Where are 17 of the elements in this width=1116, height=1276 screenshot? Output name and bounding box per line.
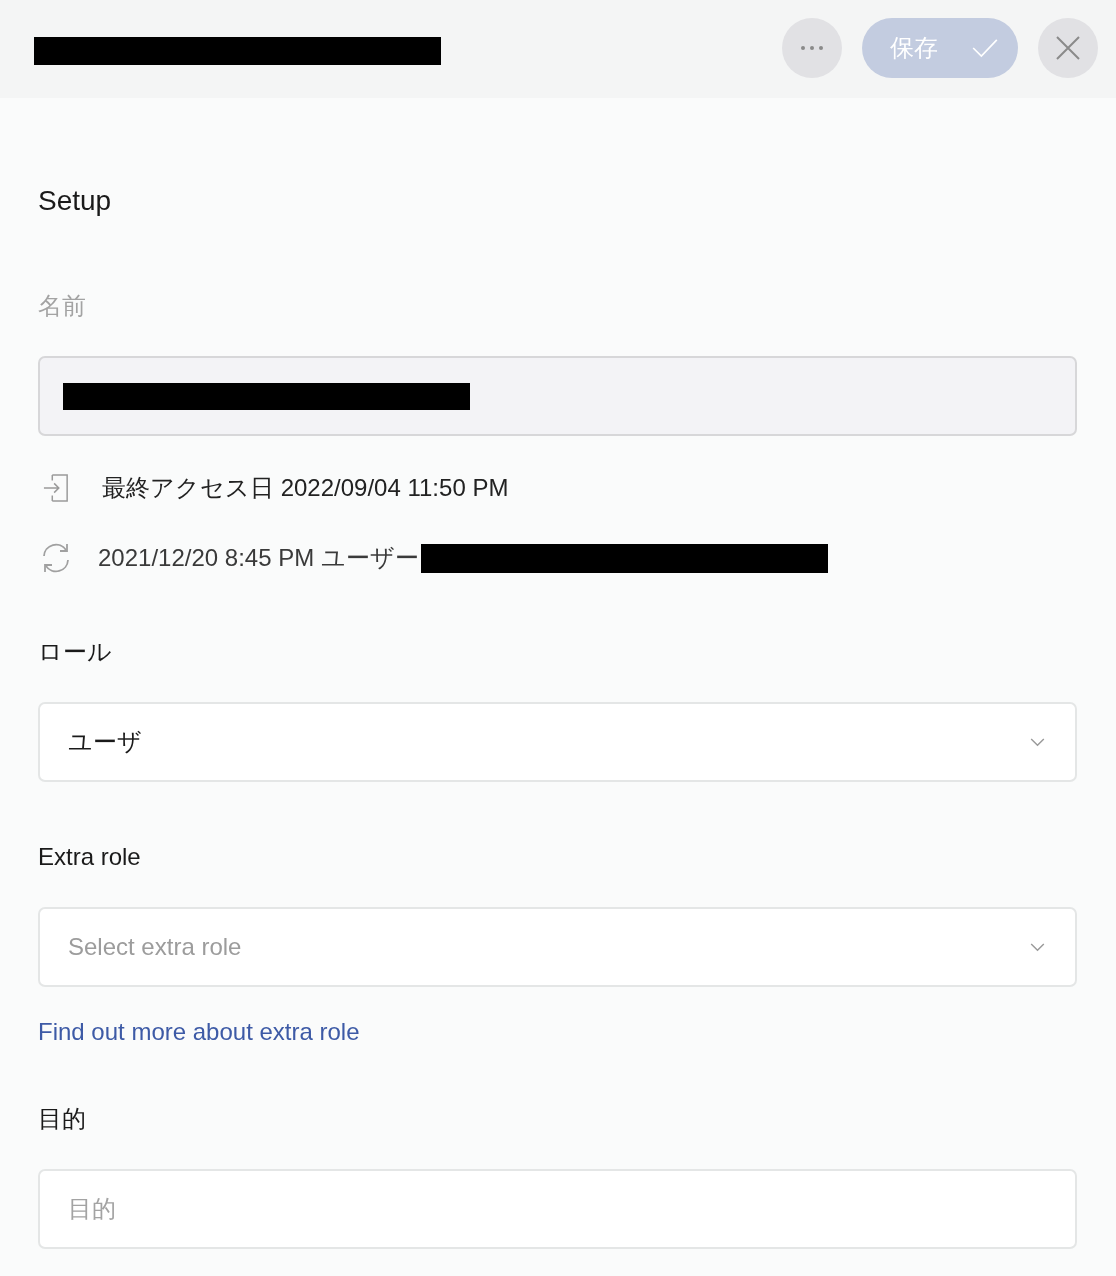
- field-label: 目的: [38, 1104, 86, 1134]
- close-icon: [1056, 36, 1080, 60]
- section-title: Setup: [38, 184, 112, 218]
- field-label: ロール: [38, 637, 112, 667]
- login-icon: [43, 474, 69, 502]
- last-access-text: 最終アクセス日 2022/09/04 11:50 PM: [102, 473, 509, 503]
- field-label: Extra role: [38, 842, 141, 872]
- extra-role-help-link[interactable]: Find out more about extra role: [38, 1017, 360, 1047]
- updated-text: 2021/12/20 8:45 PM ユーザー: [98, 543, 419, 573]
- chevron-down-icon: [1030, 942, 1045, 952]
- more-icon: [800, 45, 824, 51]
- purpose-field[interactable]: 目的: [38, 1169, 1077, 1249]
- role-select[interactable]: ユーザ: [38, 702, 1077, 782]
- check-icon: [972, 38, 998, 58]
- sync-icon: [40, 542, 72, 574]
- chevron-down-icon: [1030, 737, 1045, 747]
- field-label: 名前: [38, 291, 86, 321]
